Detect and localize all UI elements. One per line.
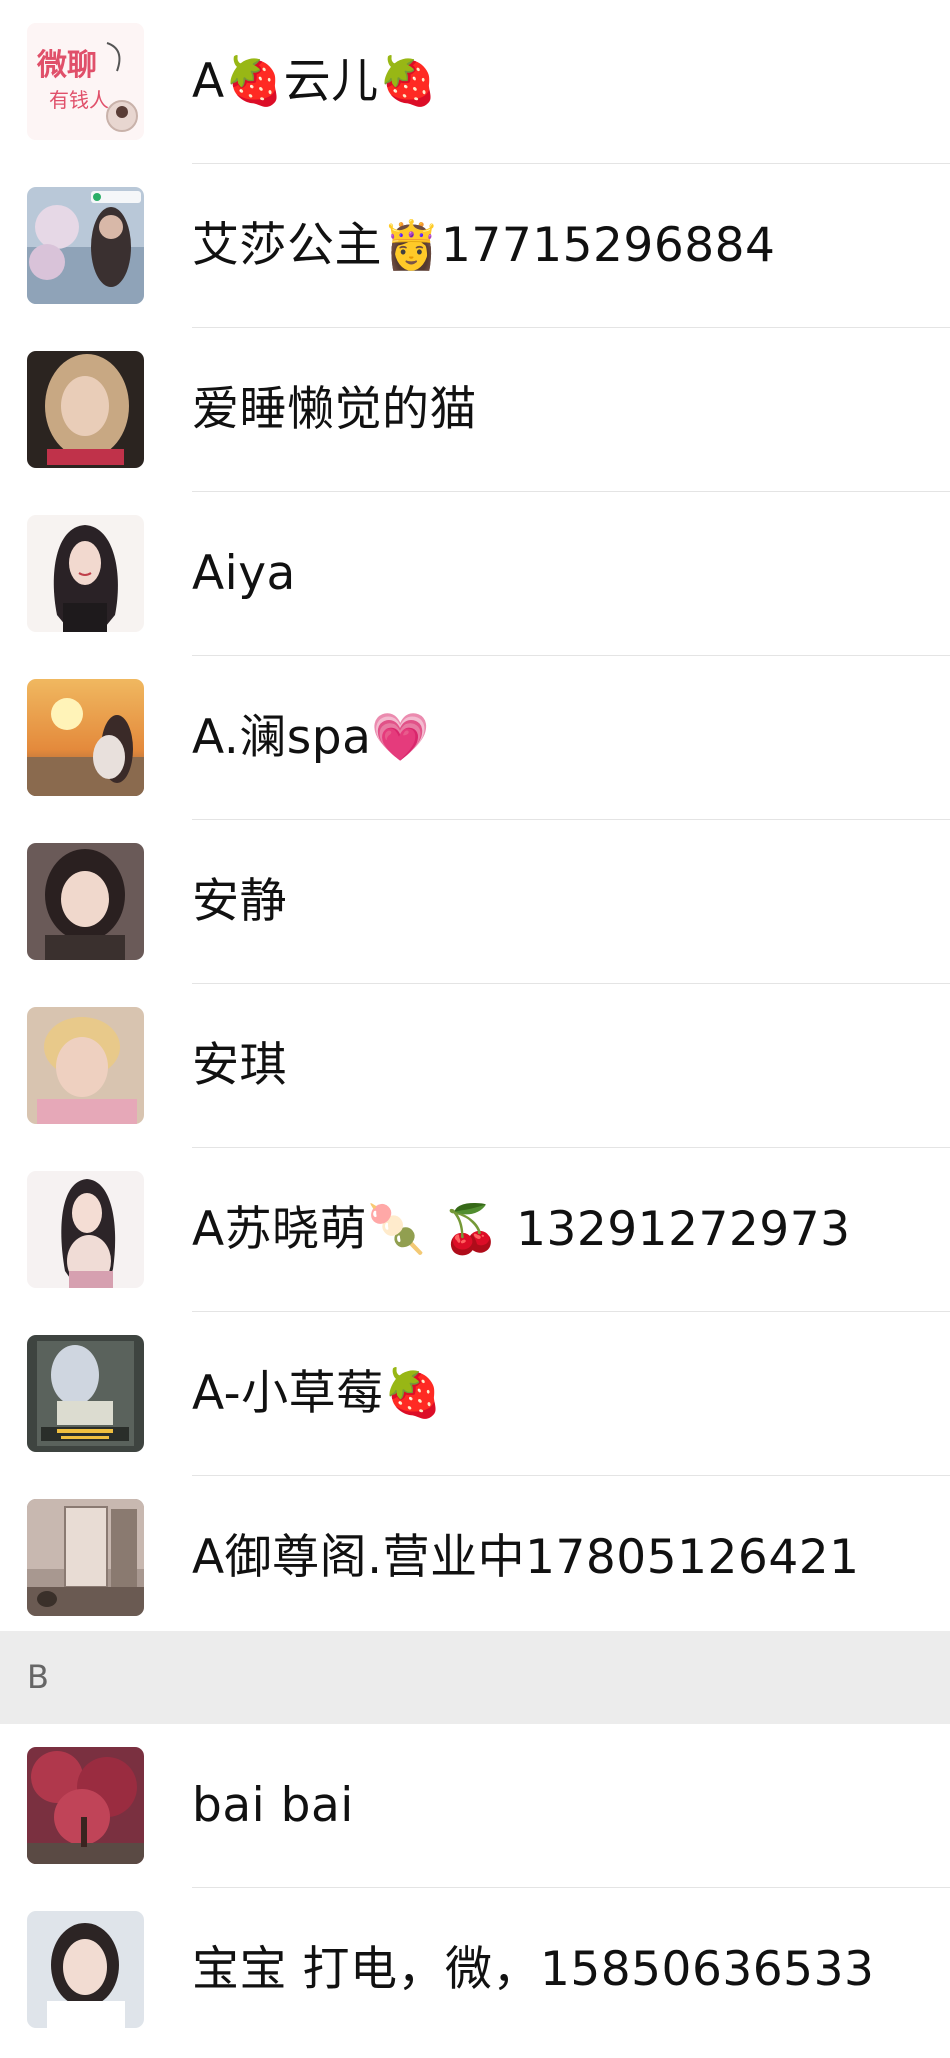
sunset-photo-avatar-icon	[27, 679, 144, 796]
contact-name: 安琪	[192, 1038, 287, 1093]
contact-avatar	[27, 1171, 144, 1288]
section-header-b: B	[0, 1631, 950, 1724]
illustration-avatar-icon	[27, 515, 144, 632]
contact-name: A-小草莓🍓	[192, 1366, 443, 1421]
photo-avatar-icon	[27, 187, 144, 304]
svg-text:聊: 聊	[67, 48, 97, 83]
tree-photo-avatar-icon	[27, 1747, 144, 1864]
contact-name: A.澜spa💗	[192, 710, 431, 765]
room-photo-avatar-icon	[27, 1499, 144, 1616]
contact-row[interactable]: 爱睡懒觉的猫	[0, 328, 950, 492]
contact-row[interactable]: 宝宝 打电，微，15850636533	[0, 1888, 950, 2052]
contact-avatar	[27, 679, 144, 796]
contact-name: bai bai	[192, 1778, 354, 1833]
photo-avatar-icon	[27, 1335, 144, 1452]
contact-avatar: 微 聊 有钱人	[27, 23, 144, 140]
contact-name: A🍓云儿🍓	[192, 54, 438, 109]
contact-name: 艾莎公主👸17715296884	[192, 218, 776, 273]
contact-row[interactable]: A苏晓萌🍡 🍒 13291272973	[0, 1148, 950, 1312]
svg-text:有钱人: 有钱人	[49, 88, 109, 112]
contact-avatar	[27, 1747, 144, 1864]
contact-name: Aiya	[192, 546, 296, 601]
contact-row[interactable]: A-小草莓🍓	[0, 1312, 950, 1476]
contact-row[interactable]: A.澜spa💗	[0, 656, 950, 820]
contact-avatar	[27, 843, 144, 960]
illustration-avatar-icon	[27, 1171, 144, 1288]
contact-row[interactable]: 艾莎公主👸17715296884	[0, 164, 950, 328]
contact-name: 爱睡懒觉的猫	[192, 382, 477, 437]
contact-row[interactable]: Aiya	[0, 492, 950, 656]
contact-avatar	[27, 515, 144, 632]
contact-name: 宝宝 打电，微，15850636533	[192, 1942, 875, 1997]
photo-avatar-icon	[27, 1911, 144, 2028]
contact-avatar	[27, 1007, 144, 1124]
contact-name: A御尊阁.营业中17805126421	[192, 1530, 860, 1585]
contact-row[interactable]: bai bai	[0, 1724, 950, 1888]
contact-name: A苏晓萌🍡 🍒 13291272973	[192, 1202, 851, 1257]
photo-avatar-icon	[27, 1007, 144, 1124]
sticker-avatar-icon: 微 聊 有钱人	[27, 23, 144, 140]
contact-row[interactable]: A御尊阁.营业中17805126421	[0, 1476, 950, 1640]
contact-row[interactable]: 安静	[0, 820, 950, 984]
contact-avatar	[27, 187, 144, 304]
contact-row[interactable]: 微 聊 有钱人 A🍓云儿🍓	[0, 0, 950, 164]
contact-avatar	[27, 1911, 144, 2028]
contact-avatar	[27, 1335, 144, 1452]
section-letter: B	[27, 1658, 49, 1696]
contact-avatar	[27, 1499, 144, 1616]
photo-avatar-icon	[27, 351, 144, 468]
contact-row[interactable]: 安琪	[0, 984, 950, 1148]
contact-avatar	[27, 351, 144, 468]
contact-name: 安静	[192, 874, 287, 929]
svg-text:微: 微	[36, 48, 67, 83]
photo-avatar-icon	[27, 843, 144, 960]
